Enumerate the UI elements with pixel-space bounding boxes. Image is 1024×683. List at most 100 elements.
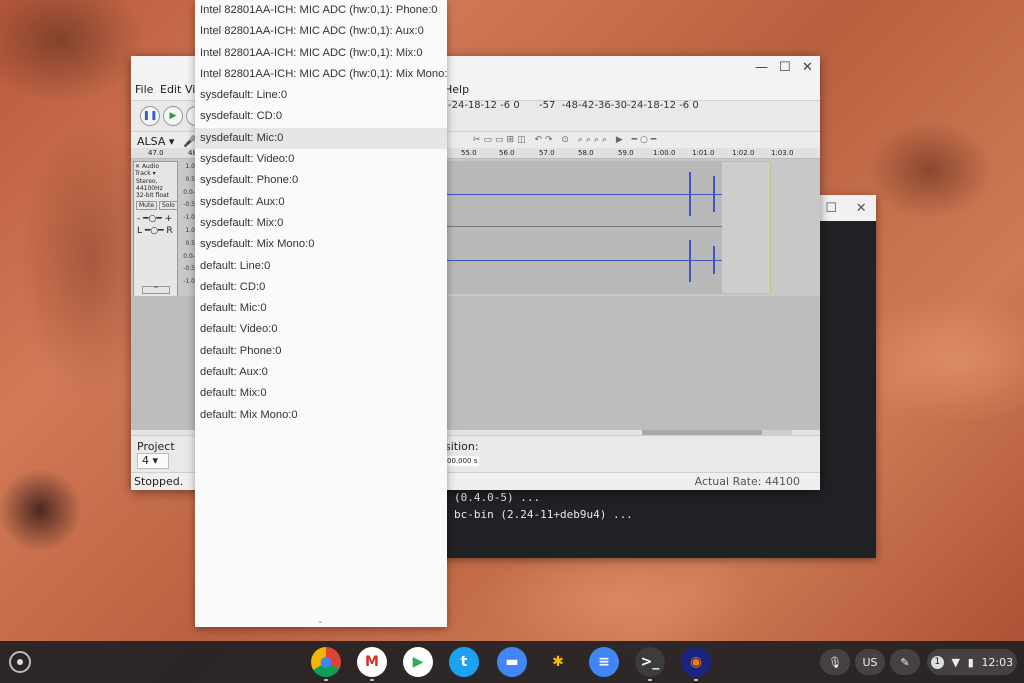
ruler-tick: 57.0	[539, 149, 555, 157]
dropdown-item[interactable]: Intel 82801AA-ICH: MIC ADC (hw:0,1): Pho…	[195, 0, 447, 21]
terminal-icon[interactable]: >_	[635, 647, 665, 677]
dropdown-item[interactable]: Intel 82801AA-ICH: MIC ADC (hw:0,1): Mix…	[195, 64, 447, 85]
menu-edit[interactable]: Edit	[160, 83, 181, 96]
project-rate-select[interactable]: 4 ▾	[137, 453, 169, 469]
maximize-icon[interactable]: ☐	[825, 201, 837, 216]
vertical-scale[interactable]: 1.0 0.5 0.0- -0.5 -1.0 1.0 0.5 0.0- -0.5…	[177, 161, 195, 289]
dropdown-item[interactable]: sysdefault: CD:0	[195, 106, 447, 127]
project-rate-label: Project	[137, 440, 175, 453]
photos-icon[interactable]: ✱	[543, 647, 573, 677]
scale-label: -0.5	[183, 265, 195, 273]
ruler-tick: 58.0	[578, 149, 594, 157]
dropdown-item[interactable]: default: Mic:0	[195, 298, 447, 319]
scale-label: 0.5	[185, 175, 195, 183]
dropdown-item[interactable]: sysdefault: Mic:0	[195, 127, 447, 150]
chrome-icon[interactable]: ●	[311, 647, 341, 677]
ruler-tick: 55.0	[461, 149, 477, 157]
dropdown-item[interactable]: default: Line:0	[195, 256, 447, 277]
clock: 12:03	[981, 655, 1014, 669]
shelf: ● M ▶ t ▬ ✱ ≡ >_ ◉ 🎙 US ✎ 1 ▼ ▮ 12:03	[0, 641, 1024, 683]
scale-label: 1.0	[185, 226, 195, 234]
close-icon[interactable]: ✕	[856, 201, 867, 216]
dropdown-item[interactable]: sysdefault: Aux:0	[195, 192, 447, 213]
play-button[interactable]: ▶	[163, 106, 183, 126]
running-indicator	[648, 679, 652, 681]
audio-host-select[interactable]: ALSA ▾	[137, 135, 174, 148]
minimize-icon[interactable]: —	[755, 60, 768, 75]
status-text: Stopped.	[134, 475, 184, 488]
pan-slider[interactable]: L ━○━ R	[137, 226, 174, 236]
battery-icon: ▮	[967, 655, 974, 669]
gmail-icon[interactable]: M	[357, 647, 387, 677]
playback-meter-scale[interactable]: -24-18-12 -6 0	[448, 100, 520, 111]
audio-host-value: ALSA	[137, 135, 166, 148]
audio-clip[interactable]	[443, 161, 771, 294]
dropdown-item[interactable]: default: Mix Mono:0	[195, 405, 447, 426]
dropdown-item[interactable]: Intel 82801AA-ICH: MIC ADC (hw:0,1): Mix…	[195, 43, 447, 64]
dropdown-item[interactable]: default: CD:0	[195, 277, 447, 298]
ruler-tick: 1:03.0	[771, 149, 794, 157]
dropdown-item[interactable]: default: Phone:0	[195, 341, 447, 362]
ruler-tick: 1:02.0	[732, 149, 755, 157]
recording-device-dropdown[interactable]: Intel 82801AA-ICH: MIC ADC (hw:0,1): Pho…	[195, 0, 447, 627]
notification-count: 1	[930, 655, 944, 669]
pause-button[interactable]: ❚❚	[140, 106, 160, 126]
files-icon[interactable]: ▬	[497, 647, 527, 677]
menu-view[interactable]: Vi	[185, 83, 195, 96]
dropdown-item[interactable]: sysdefault: Mix:0	[195, 213, 447, 234]
dropdown-item[interactable]: default: Mix:0	[195, 383, 447, 404]
scale-label: 0.5	[185, 239, 195, 247]
audio-position-label: sition:	[445, 440, 479, 453]
collapse-track-button[interactable]: ^	[142, 286, 170, 294]
audacity-icon[interactable]: ◉	[681, 647, 711, 677]
terminal-line: bc-bin (2.24-11+deb9u4) ...	[454, 508, 633, 521]
ruler-tick: 59.0	[618, 149, 634, 157]
edit-tools-icons[interactable]: ✂▭▭⊞◫ ↶↷ ⊙ ⌕⌕⌕⌕ ▶ ━○━	[473, 135, 659, 145]
close-icon[interactable]: ✕	[802, 60, 813, 75]
menu-help[interactable]: Help	[444, 83, 469, 96]
scale-label: -1.0	[183, 214, 195, 222]
dropdown-item[interactable]: sysdefault: Line:0	[195, 85, 447, 106]
ruler-tick: 47.0	[148, 149, 164, 157]
play-store-icon[interactable]: ▶	[403, 647, 433, 677]
twitter-icon[interactable]: t	[449, 647, 479, 677]
dropdown-item[interactable]: Intel 82801AA-ICH: MIC ADC (hw:0,1): Aux…	[195, 21, 447, 42]
solo-button[interactable]: Solo	[159, 201, 178, 210]
launcher-icon[interactable]	[9, 651, 31, 673]
audio-position-field[interactable]: 00.000 s	[445, 456, 480, 466]
track-info-format: Stereo, 44100Hz	[136, 178, 163, 192]
terminal-line: (0.4.0-5) ...	[454, 491, 541, 504]
track-control-panel[interactable]: ✕ Audio Track ▾ Stereo, 44100Hz 32-bit f…	[133, 161, 178, 297]
track-info-bits: 32-bit float	[136, 192, 170, 199]
running-indicator	[694, 679, 698, 681]
scale-label: 1.0	[185, 163, 195, 170]
ruler-tick: 1:01.0	[692, 149, 715, 157]
stylus-icon[interactable]: ✎	[890, 649, 920, 675]
scale-label: 0.0-	[183, 252, 195, 260]
dropdown-item[interactable]: sysdefault: Video:0	[195, 149, 447, 170]
dropdown-item[interactable]: default: Video:0	[195, 319, 447, 340]
microphone-icon[interactable]: 🎙	[820, 649, 850, 675]
ime-indicator[interactable]: US	[855, 649, 885, 675]
menu-file[interactable]: File	[135, 83, 153, 96]
dropdown-item[interactable]: default: Aux:0	[195, 362, 447, 383]
ruler-tick: 1:00.0	[653, 149, 676, 157]
dropdown-item[interactable]: sysdefault: Mix Mono:0	[195, 234, 447, 255]
actual-rate: Actual Rate: 44100	[694, 475, 800, 488]
running-indicator	[324, 679, 328, 681]
ruler-tick: 56.0	[499, 149, 515, 157]
project-rate-value: 4	[142, 454, 149, 467]
dropdown-item[interactable]: sysdefault: Phone:0	[195, 170, 447, 191]
mute-button[interactable]: Mute	[136, 201, 158, 210]
status-tray[interactable]: 1 ▼ ▮ 12:03	[927, 649, 1017, 675]
scroll-down-icon[interactable]: ⌄	[317, 616, 324, 625]
wifi-icon: ▼	[951, 655, 960, 669]
scale-label: -1.0	[183, 278, 195, 286]
scale-label: -0.5	[183, 201, 195, 209]
gain-slider[interactable]: - ━○━ +	[137, 214, 174, 224]
record-meter-scale[interactable]: -57 -48-42-36-30-24-18-12 -6 0	[539, 100, 699, 111]
track-name[interactable]: ✕ Audio Track ▾	[134, 162, 177, 178]
maximize-icon[interactable]: ☐	[779, 60, 791, 75]
messages-icon[interactable]: ≡	[589, 647, 619, 677]
running-indicator	[370, 679, 374, 681]
